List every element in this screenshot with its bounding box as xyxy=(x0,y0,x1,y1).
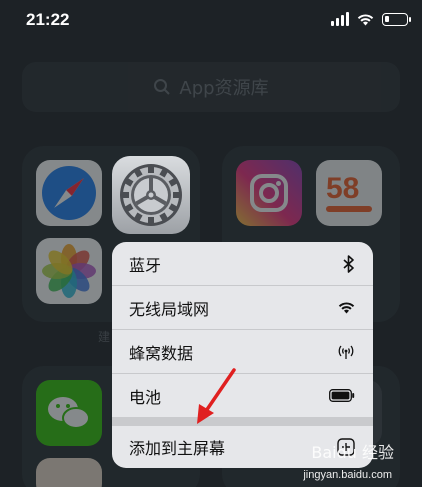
photos-icon[interactable] xyxy=(36,238,102,304)
menu-item-wifi[interactable]: 无线局域网 xyxy=(112,286,373,329)
wifi-status-icon xyxy=(357,13,374,25)
context-menu: 蓝牙 无线局域网 蜂窝数据 电池 添加到主屏幕 xyxy=(112,242,373,468)
status-bar: 21:22 xyxy=(0,0,422,44)
menu-item-label: 蓝牙 xyxy=(129,255,162,275)
watermark-url: jingyan.baidu.com xyxy=(303,469,392,481)
app-icon-partial[interactable] xyxy=(36,458,102,487)
wifi-icon xyxy=(338,302,355,314)
menu-item-label: 添加到主屏幕 xyxy=(129,439,226,458)
menu-item-label: 无线局域网 xyxy=(129,299,210,319)
menu-item-battery[interactable]: 电池 xyxy=(112,374,373,417)
folder-label-left: 建 xyxy=(98,330,111,344)
search-placeholder: App资源库 xyxy=(179,78,269,99)
menu-item-label: 电池 xyxy=(129,387,162,407)
status-icons xyxy=(331,12,411,26)
menu-item-cellular[interactable]: 蜂窝数据 xyxy=(112,330,373,373)
signal-icon xyxy=(331,12,349,26)
instagram-icon[interactable] xyxy=(236,160,302,226)
battery-icon xyxy=(329,389,355,402)
wechat-icon[interactable] xyxy=(36,380,102,446)
status-time: 21:22 xyxy=(26,10,70,29)
safari-icon[interactable] xyxy=(36,160,102,226)
58-icon-label: 58 xyxy=(326,172,360,205)
menu-item-label: 蜂窝数据 xyxy=(129,343,194,363)
search-icon xyxy=(154,79,171,95)
battery-status-icon xyxy=(382,12,411,26)
watermark-text: Baidu 经验 xyxy=(311,443,394,462)
cellular-icon xyxy=(338,345,354,359)
settings-gear-icon[interactable] xyxy=(112,156,190,234)
bluetooth-icon xyxy=(343,254,354,273)
58-icon[interactable]: 58 xyxy=(316,160,382,226)
app-library-search[interactable]: App资源库 xyxy=(22,62,400,112)
menu-item-bluetooth[interactable]: 蓝牙 xyxy=(112,242,373,285)
